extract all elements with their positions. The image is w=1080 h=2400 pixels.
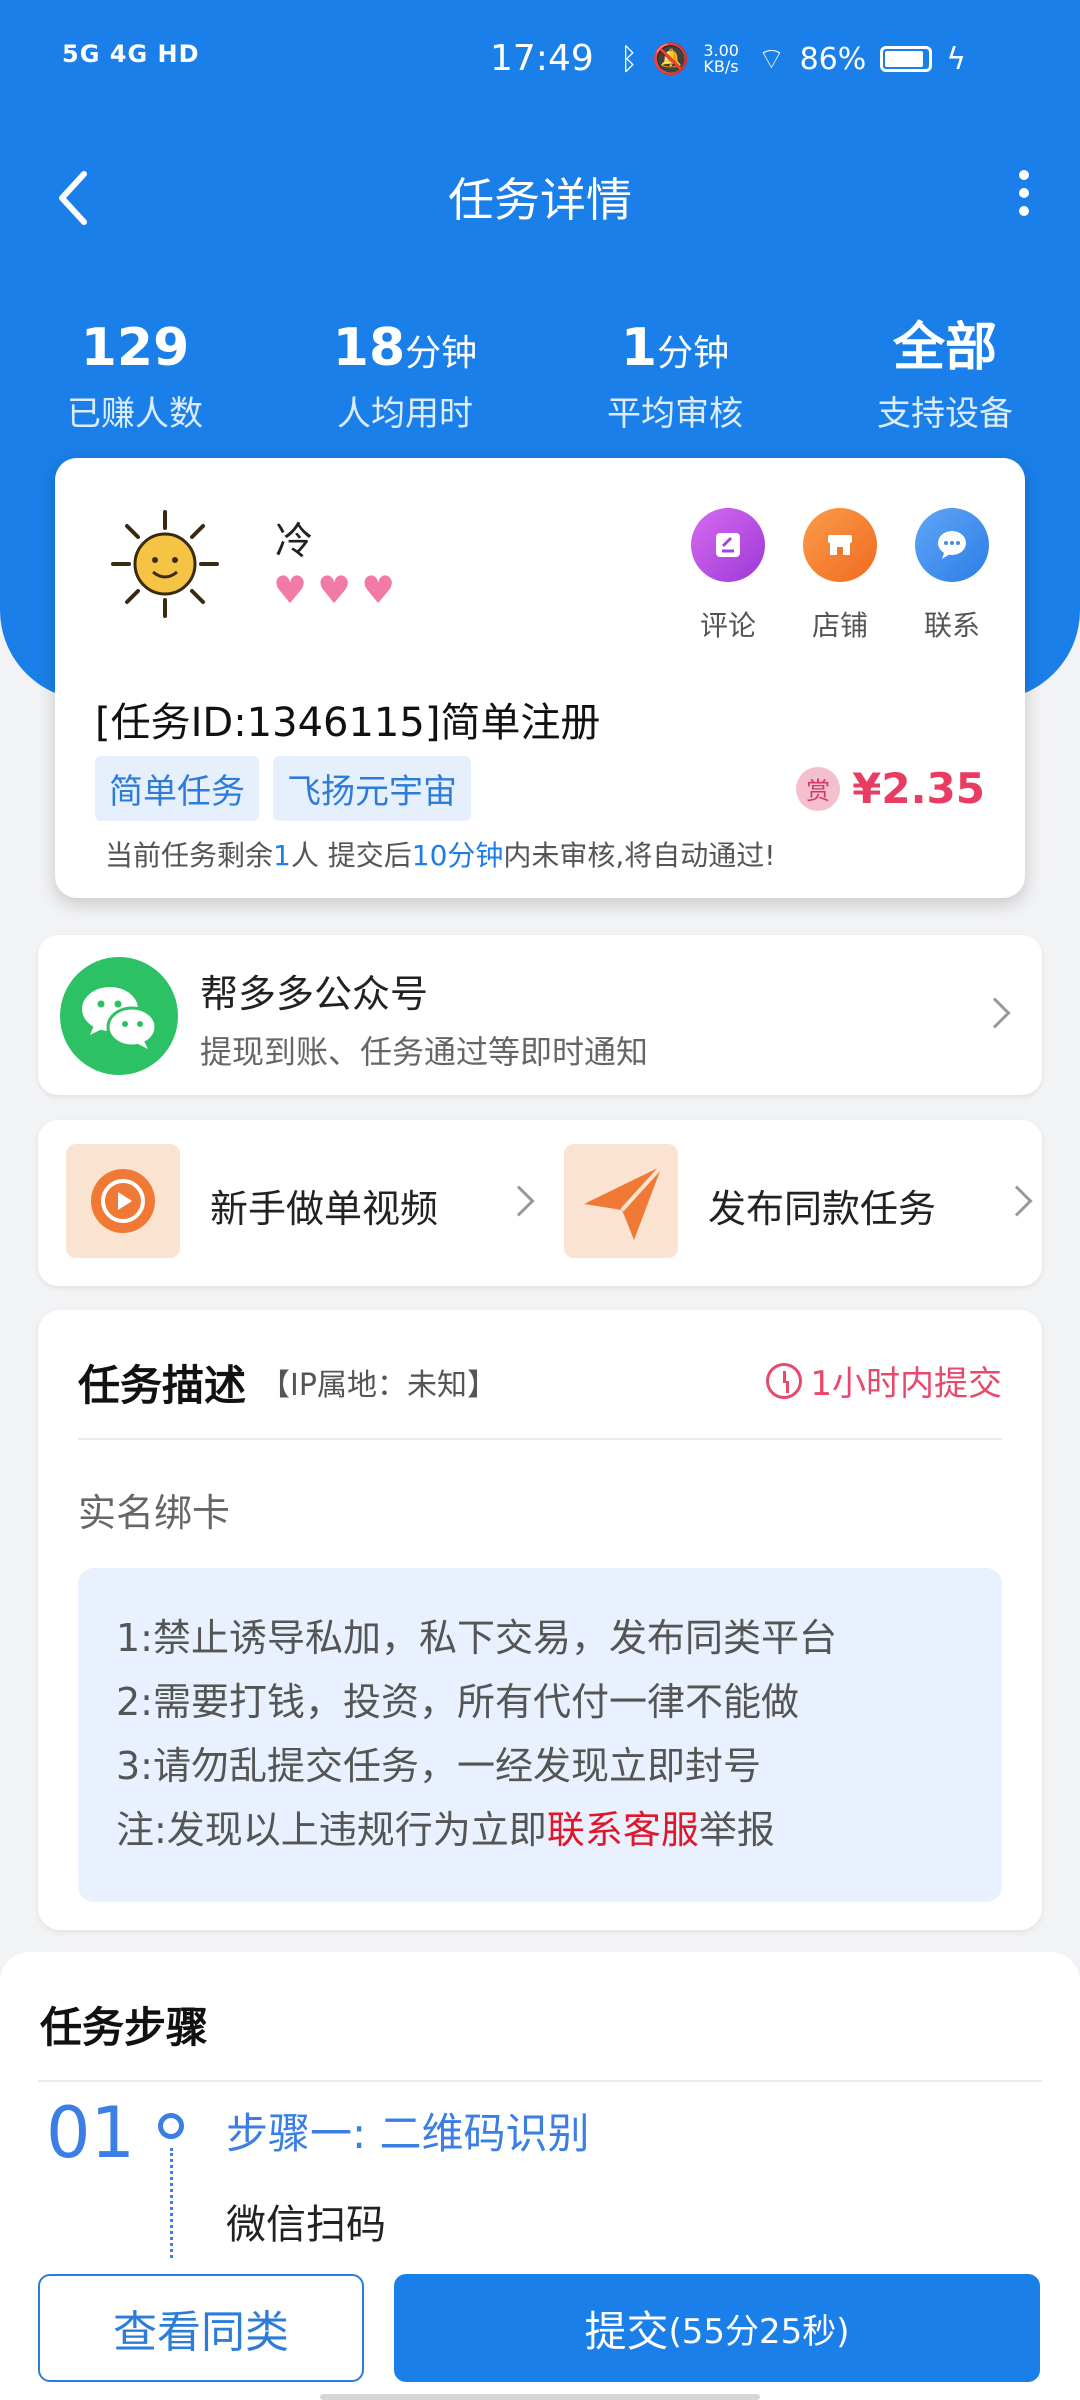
ip-location: 【IP属地：未知】 xyxy=(260,1368,497,1403)
rule-note: 注:发现以上违规行为立即联系客服举报 xyxy=(116,1808,775,1852)
rules-box: 1:禁止诱导私加，私下交易，发布同类平台 2:需要打钱，投资，所有代付一律不能做… xyxy=(78,1568,1002,1902)
step-number: 01 xyxy=(46,2092,136,2174)
home-indicator[interactable] xyxy=(320,2394,760,2400)
play-icon xyxy=(66,1144,180,1258)
wechat-subtitle: 提现到账、任务通过等即时通知 xyxy=(200,1033,649,1071)
chat-icon xyxy=(915,508,989,582)
heart-icon: ♥ xyxy=(317,568,352,612)
stat-devices: 全部 支持设备 xyxy=(877,318,1013,434)
contact-button[interactable]: 联系 xyxy=(915,508,989,644)
battery-percent: 86% xyxy=(799,41,867,77)
bottom-action-bar: 查看同类 提交 (55分25秒) xyxy=(0,2262,1080,2400)
wechat-icon xyxy=(60,957,178,1075)
step-title: 步骤一: 二维码识别 xyxy=(226,2109,590,2158)
steps-title: 任务步骤 xyxy=(40,2003,209,2052)
net-speed: 3.00 KB/s xyxy=(703,41,739,76)
step-dot-icon xyxy=(158,2113,184,2139)
battery-icon xyxy=(880,46,933,72)
publisher-rating: ♥ ♥ ♥ xyxy=(273,570,395,610)
view-similar-button[interactable]: 查看同类 xyxy=(38,2274,364,2382)
status-icons: ᛒ 🔕 3.00 KB/s ⌔ 86% ϟ xyxy=(620,40,966,78)
send-icon xyxy=(564,1144,678,1258)
submit-button[interactable]: 提交 (55分25秒) xyxy=(394,2274,1040,2382)
reward-badge: 赏 xyxy=(796,766,841,811)
divider xyxy=(78,1438,1002,1440)
charging-icon: ϟ xyxy=(946,41,967,77)
chevron-right-icon xyxy=(979,997,1011,1029)
step-timeline xyxy=(170,2148,173,2258)
wechat-subscribe-card[interactable]: 帮多多公众号 提现到账、任务通过等即时通知 xyxy=(38,935,1042,1095)
avatar[interactable] xyxy=(107,506,223,622)
task-tag: 飞扬元宇宙 xyxy=(273,756,471,821)
status-bar: 5G 4G HD 17:49 ᛒ 🔕 3.00 KB/s ⌔ 86% ϟ xyxy=(0,0,1080,120)
task-stats: 129 已赚人数 18分钟 人均用时 1分钟 平均审核 全部 支持设备 xyxy=(0,318,1080,435)
more-options-icon[interactable] xyxy=(1014,164,1034,224)
network-indicator: 5G 4G HD xyxy=(62,40,200,68)
task-description: 任务描述 【IP属地：未知】 1小时内提交 实名绑卡 1:禁止诱导私加，私下交易… xyxy=(38,1310,1042,1930)
divider xyxy=(38,2080,1042,2082)
task-reward: 赏 ¥2.35 xyxy=(796,764,985,813)
task-title: [任务ID:1346115]简单注册 xyxy=(95,700,601,746)
mute-icon: 🔕 xyxy=(652,41,690,77)
chevron-right-icon xyxy=(503,1185,535,1217)
rule-item: 1:禁止诱导私加，私下交易，发布同类平台 xyxy=(116,1616,837,1660)
heart-icon: ♥ xyxy=(361,568,396,612)
stat-earned: 129 已赚人数 xyxy=(67,318,203,434)
wechat-title: 帮多多公众号 xyxy=(200,972,429,1016)
task-tag: 简单任务 xyxy=(95,756,259,821)
stat-avg-time: 18分钟 人均用时 xyxy=(332,318,478,434)
shop-icon xyxy=(803,508,877,582)
promo-card: 新手做单视频 发布同款任务 xyxy=(38,1120,1042,1286)
description-subtitle: 实名绑卡 xyxy=(78,1491,231,1535)
bluetooth-icon: ᛒ xyxy=(620,41,638,77)
wifi-icon: ⌔ xyxy=(757,42,786,77)
shop-button[interactable]: 店铺 xyxy=(803,508,877,644)
reward-amount: ¥2.35 xyxy=(852,764,985,813)
description-title: 任务描述 xyxy=(78,1361,247,1410)
rule-item: 3:请勿乱提交任务，一经发现立即封号 xyxy=(116,1744,761,1788)
task-tags: 简单任务 飞扬元宇宙 xyxy=(95,756,471,821)
clock-icon xyxy=(766,1362,803,1399)
page-title: 任务详情 xyxy=(448,173,632,227)
step-description: 微信扫码 xyxy=(226,2202,386,2248)
publish-same-task-button[interactable]: 发布同款任务 xyxy=(564,1144,1033,1262)
task-note: 当前任务剩余1人 提交后10分钟内未审核,将自动通过! xyxy=(105,839,776,872)
submit-deadline: 1小时内提交 xyxy=(766,1356,1002,1405)
nav-bar: 任务详情 xyxy=(0,150,1080,240)
publisher-name: 冷 xyxy=(275,519,314,563)
clock-time: 17:49 xyxy=(490,38,594,79)
chevron-right-icon xyxy=(1001,1185,1033,1217)
publisher-actions: 评论 店铺 联系 xyxy=(691,508,989,644)
comment-icon xyxy=(691,508,765,582)
heart-icon: ♥ xyxy=(273,568,308,612)
newbie-video-button[interactable]: 新手做单视频 xyxy=(66,1144,535,1262)
promo-label: 发布同款任务 xyxy=(708,1187,937,1231)
submit-countdown: (55分25秒) xyxy=(668,2311,850,2352)
contact-support-link[interactable]: 联系客服 xyxy=(547,1808,699,1852)
rule-item: 2:需要打钱，投资，所有代付一律不能做 xyxy=(116,1680,799,1724)
task-card: 冷 ♥ ♥ ♥ 评论 店铺 联系 [任务ID:1346115]简单注册 简单任务… xyxy=(55,458,1025,898)
stat-review-time: 1分钟 平均审核 xyxy=(607,318,743,434)
comment-button[interactable]: 评论 xyxy=(691,508,765,644)
promo-label: 新手做单视频 xyxy=(210,1187,439,1231)
